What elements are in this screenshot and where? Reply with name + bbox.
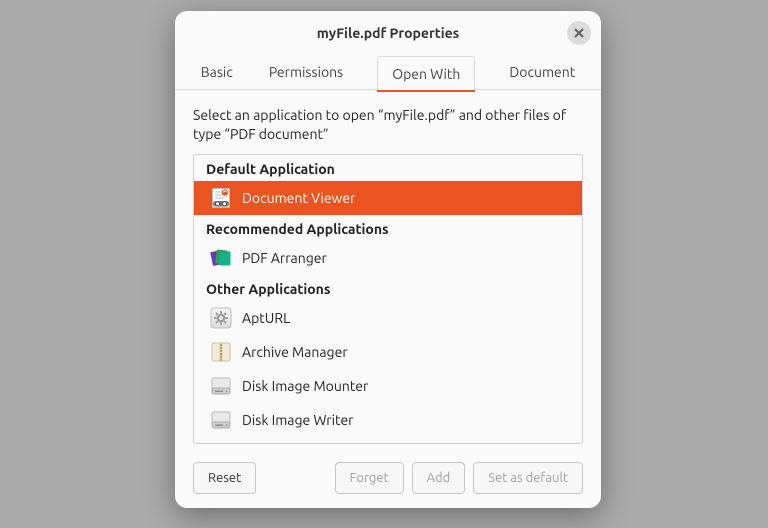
document-viewer-icon — [210, 187, 232, 209]
tab-permissions[interactable]: Permissions — [267, 55, 345, 89]
pdf-arranger-icon — [210, 247, 232, 269]
app-label: PDF Arranger — [242, 250, 327, 266]
tab-document[interactable]: Document — [507, 55, 577, 89]
add-button[interactable]: Add — [412, 462, 466, 494]
app-document-viewer[interactable]: Document Viewer — [194, 181, 582, 215]
properties-dialog: myFile.pdf Properties Basic Permissions … — [175, 11, 601, 508]
tab-content: Select an application to open “myFile.pd… — [175, 90, 601, 452]
close-button[interactable] — [567, 21, 591, 45]
section-default-header: Default Application — [194, 155, 582, 181]
tabs: Basic Permissions Open With Document — [175, 55, 601, 90]
section-other-header: Other Applications — [194, 275, 582, 301]
dialog-title: myFile.pdf Properties — [317, 25, 460, 41]
dialog-footer: Reset Forget Add Set as default — [175, 452, 601, 508]
titlebar: myFile.pdf Properties — [175, 11, 601, 55]
prompt-text: Select an application to open “myFile.pd… — [193, 106, 583, 144]
close-icon — [574, 28, 584, 38]
app-label: Document Viewer — [242, 190, 355, 206]
reset-button[interactable]: Reset — [193, 462, 256, 494]
application-list: Default Application — [193, 154, 583, 444]
app-pdf-arranger[interactable]: PDF Arranger — [194, 241, 582, 275]
app-label: Disk Image Writer — [242, 412, 353, 428]
forget-button[interactable]: Forget — [335, 462, 404, 494]
set-default-button[interactable]: Set as default — [473, 462, 583, 494]
archive-icon — [210, 341, 232, 363]
app-disk-image-writer[interactable]: Disk Image Writer — [194, 403, 582, 437]
disk-icon — [210, 375, 232, 397]
tab-open-with[interactable]: Open With — [377, 56, 475, 91]
tab-basic[interactable]: Basic — [199, 55, 235, 89]
app-label: Disk Image Mounter — [242, 378, 368, 394]
app-label: Archive Manager — [242, 344, 348, 360]
gear-icon — [210, 307, 232, 329]
app-archive-manager[interactable]: Archive Manager — [194, 335, 582, 369]
app-apturl[interactable]: AptURL — [194, 301, 582, 335]
app-label: AptURL — [242, 310, 290, 326]
disk-icon — [210, 409, 232, 431]
app-disk-image-mounter[interactable]: Disk Image Mounter — [194, 369, 582, 403]
section-recommended-header: Recommended Applications — [194, 215, 582, 241]
